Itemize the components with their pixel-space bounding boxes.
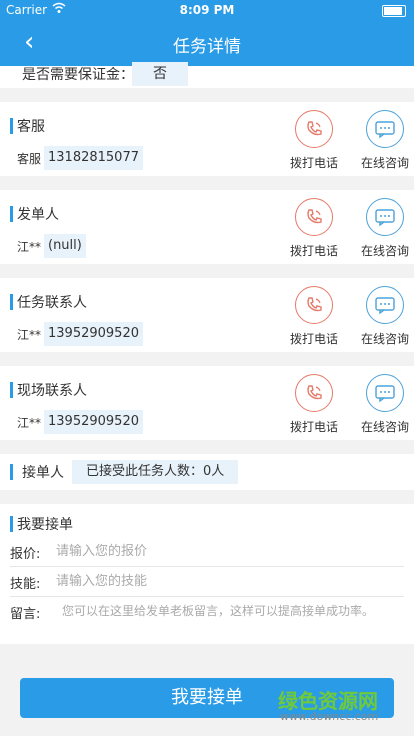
skill-label: 技能: bbox=[10, 577, 41, 592]
chat-bubble-icon bbox=[366, 374, 404, 412]
taker-title: 接单人 bbox=[22, 465, 64, 481]
contact-phone: (null) bbox=[44, 234, 86, 258]
contact-phone: 13952909520 bbox=[44, 322, 143, 346]
chat-button[interactable]: 在线咨询 bbox=[355, 374, 414, 435]
call-label: 拨打电话 bbox=[289, 244, 338, 258]
contact-person: 江** bbox=[17, 328, 42, 342]
price-input[interactable] bbox=[54, 539, 388, 563]
call-button[interactable]: 拨打电话 bbox=[284, 374, 344, 435]
call-label: 拨打电话 bbox=[289, 332, 338, 346]
chat-label: 在线咨询 bbox=[360, 420, 409, 434]
phone-icon bbox=[295, 198, 333, 236]
deposit-value: 否 bbox=[132, 62, 188, 86]
status-bar: Carrier 8:09 PM bbox=[0, 0, 414, 20]
chat-bubble-icon bbox=[366, 198, 404, 236]
section-marker bbox=[10, 118, 13, 134]
price-label: 报价: bbox=[10, 547, 41, 562]
phone-icon bbox=[295, 286, 333, 324]
message-input[interactable] bbox=[60, 600, 404, 640]
contact-person: 江** bbox=[17, 416, 42, 430]
chat-bubble-icon bbox=[366, 110, 404, 148]
chat-button[interactable]: 在线咨询 bbox=[355, 198, 414, 259]
contact-card-issuer: 发单人 江** (null) 拨打电话 在线咨询 bbox=[0, 190, 414, 264]
message-label: 留言: bbox=[10, 607, 41, 622]
taker-row: 接单人 已接受此任务人数：0人 bbox=[0, 454, 414, 490]
section-marker bbox=[10, 382, 13, 398]
call-button[interactable]: 拨打电话 bbox=[284, 110, 344, 171]
contact-person: 客服 bbox=[17, 152, 42, 166]
contact-title: 任务联系人 bbox=[17, 295, 87, 311]
contact-card-task: 任务联系人 江** 13952909520 拨打电话 在线咨询 bbox=[0, 278, 414, 352]
contact-person: 江** bbox=[17, 240, 42, 254]
phone-icon bbox=[295, 110, 333, 148]
section-marker bbox=[10, 464, 13, 480]
clock: 8:09 PM bbox=[179, 3, 235, 17]
watermark-url: www.downcc.com bbox=[280, 710, 379, 723]
chat-button[interactable]: 在线咨询 bbox=[355, 110, 414, 171]
contact-card-service: 客服 客服 13182815077 拨打电话 在线咨询 bbox=[0, 102, 414, 176]
section-marker bbox=[10, 516, 13, 532]
contact-phone: 13182815077 bbox=[44, 146, 143, 170]
take-order-form: 我要接单 报价: 技能: 留言: bbox=[0, 504, 414, 644]
task-detail-content: 是否需要保证金： 否 客服 客服 13182815077 拨打电话 在线咨询 发… bbox=[0, 62, 414, 644]
contact-phone: 13952909520 bbox=[44, 410, 143, 434]
contact-card-site: 现场联系人 江** 13952909520 拨打电话 在线咨询 bbox=[0, 366, 414, 440]
page-title: 任务详情 bbox=[173, 37, 241, 57]
chat-bubble-icon bbox=[366, 286, 404, 324]
chat-label: 在线咨询 bbox=[360, 332, 409, 346]
form-title: 我要接单 bbox=[17, 517, 73, 533]
contact-title: 现场联系人 bbox=[17, 383, 87, 399]
skill-row: 技能: bbox=[10, 566, 404, 597]
battery-icon bbox=[382, 5, 406, 17]
nav-bar: ‹ 任务详情 bbox=[0, 20, 414, 66]
contact-title: 发单人 bbox=[17, 207, 59, 223]
price-row: 报价: bbox=[10, 536, 404, 567]
call-button[interactable]: 拨打电话 bbox=[284, 198, 344, 259]
message-row: 留言: bbox=[10, 596, 404, 642]
contact-title: 客服 bbox=[17, 119, 45, 135]
section-marker bbox=[10, 206, 13, 222]
chat-label: 在线咨询 bbox=[360, 244, 409, 258]
skill-input[interactable] bbox=[54, 569, 388, 593]
section-marker bbox=[10, 294, 13, 310]
deposit-row: 是否需要保证金： 否 bbox=[0, 62, 414, 88]
phone-icon bbox=[295, 374, 333, 412]
taker-count-badge: 已接受此任务人数：0人 bbox=[72, 460, 239, 484]
deposit-label: 是否需要保证金： bbox=[22, 67, 134, 83]
call-label: 拨打电话 bbox=[289, 156, 338, 170]
chat-button[interactable]: 在线咨询 bbox=[355, 286, 414, 347]
call-button[interactable]: 拨打电话 bbox=[284, 286, 344, 347]
call-label: 拨打电话 bbox=[289, 420, 338, 434]
chat-label: 在线咨询 bbox=[360, 156, 409, 170]
